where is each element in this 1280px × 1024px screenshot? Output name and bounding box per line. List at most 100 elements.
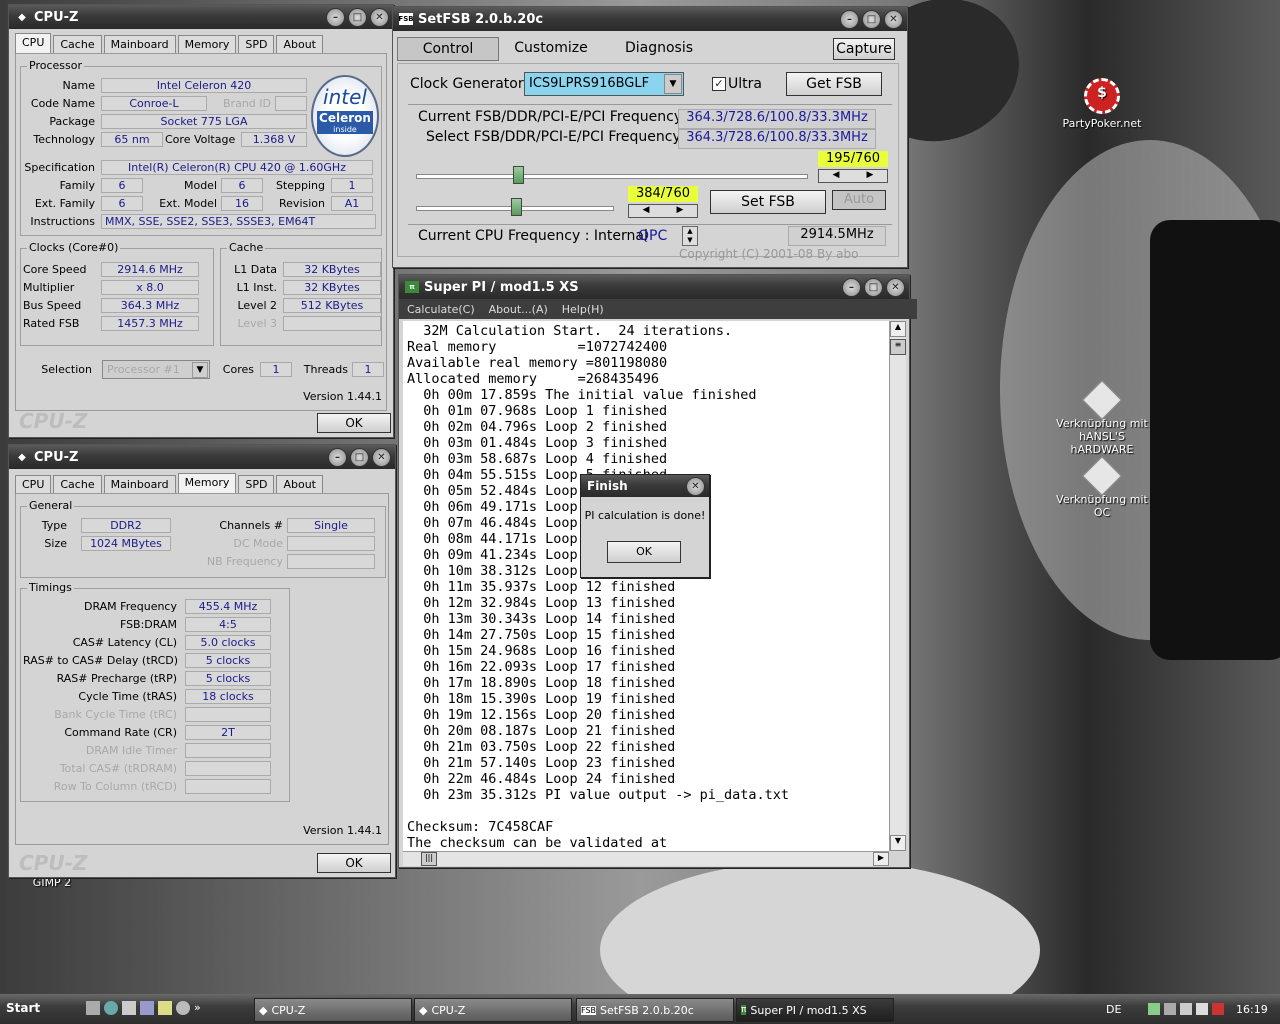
- explorer-icon[interactable]: [140, 1001, 154, 1015]
- horizontal-scrollbar[interactable]: ||| ▶: [403, 851, 889, 866]
- tab-diagnosis[interactable]: Diagnosis: [619, 37, 699, 59]
- close-button[interactable]: ✕: [686, 477, 705, 496]
- capture-button[interactable]: Capture: [833, 38, 895, 60]
- cores-label: Cores: [222, 363, 254, 376]
- desktop-icon-hansls[interactable]: Verknüpfung mit hANSL'S hARDWARE: [1050, 380, 1154, 456]
- tab-control[interactable]: Control: [397, 37, 499, 61]
- cpuz-titlebar[interactable]: ◆ CPU-Z – □ ✕: [9, 445, 395, 469]
- slider-2-stepper[interactable]: ◀ ▶: [628, 204, 698, 218]
- minimize-button[interactable]: –: [840, 10, 859, 29]
- fsb-slider-1-thumb[interactable]: [513, 166, 524, 184]
- minimize-button[interactable]: –: [328, 448, 347, 467]
- menu-calculate[interactable]: Calculate(C): [407, 303, 475, 316]
- clock-generator-dropdown[interactable]: ICS9LPRS916BGLF ▼: [524, 72, 684, 96]
- selection-dropdown[interactable]: Processor #1 ▼: [102, 360, 210, 379]
- superpi-output-area[interactable]: 32M Calculation Start. 24 iterations. Rea…: [403, 321, 889, 851]
- arrow-left-icon[interactable]: ◀: [833, 170, 840, 182]
- notepad-icon[interactable]: [158, 1001, 172, 1015]
- menu-about[interactable]: About...(A): [489, 303, 548, 316]
- tab-memory[interactable]: Memory: [177, 473, 237, 495]
- menu-help[interactable]: Help(H): [562, 303, 604, 316]
- timing-value: [185, 707, 271, 722]
- control-panel: Clock Generator ICS9LPRS916BGLF ▼ ✓ Ultr…: [397, 63, 899, 257]
- minimize-button[interactable]: –: [326, 8, 345, 27]
- taskbar-button-setfsb[interactable]: FSB SetFSB 2.0.b.20c: [576, 998, 734, 1022]
- scroll-thumb[interactable]: ≡: [890, 339, 906, 355]
- tab-mainboard[interactable]: Mainboard: [103, 35, 176, 55]
- desktop-icon-partypoker[interactable]: $ PartyPoker.net: [1058, 78, 1146, 130]
- ati-icon[interactable]: [1212, 1003, 1224, 1015]
- chevron-right-icon[interactable]: »: [194, 1001, 201, 1015]
- ok-button[interactable]: OK: [607, 541, 681, 563]
- scroll-up-icon[interactable]: ▲: [890, 321, 906, 337]
- ok-button[interactable]: OK: [317, 853, 391, 873]
- tab-cpu[interactable]: CPU: [15, 33, 52, 55]
- family-value: 6: [101, 178, 143, 193]
- close-button[interactable]: ✕: [884, 10, 903, 29]
- desktop-icon-oc[interactable]: Verknüpfung mit OC: [1050, 456, 1154, 519]
- cpuz-memory-window: ◆ CPU-Z – □ ✕ CPU Cache Mainboard Memory…: [8, 444, 396, 878]
- scroll-right-icon[interactable]: ▶: [873, 852, 889, 866]
- ultra-checkbox[interactable]: ✓: [712, 77, 726, 91]
- arrow-right-icon[interactable]: ▶: [867, 170, 874, 182]
- tab-about[interactable]: About: [276, 475, 323, 495]
- setfsb-app-icon: FSB: [581, 1005, 597, 1015]
- ok-button[interactable]: OK: [317, 413, 391, 433]
- tray-icon[interactable]: [1148, 1003, 1160, 1015]
- close-button[interactable]: ✕: [886, 278, 905, 297]
- set-fsb-button[interactable]: Set FSB: [710, 190, 826, 214]
- window-title: SetFSB 2.0.b.20c: [418, 11, 544, 27]
- tab-mainboard[interactable]: Mainboard: [103, 475, 176, 495]
- show-desktop-icon[interactable]: [86, 1001, 100, 1015]
- cpuz-diamond-icon: ◆: [419, 1003, 428, 1017]
- pi-output-line: 0h 13m 30.343s Loop 14 finished: [407, 611, 676, 627]
- fsb-slider-2-thumb[interactable]: [511, 198, 522, 216]
- desktop-garment-shape: [1150, 220, 1280, 660]
- tab-cache[interactable]: Cache: [53, 35, 102, 55]
- qpc-spinner[interactable]: ▲ ▼: [682, 226, 698, 246]
- taskbar-clock: 16:19: [1236, 1003, 1268, 1016]
- app-icon[interactable]: [176, 1001, 190, 1015]
- vertical-scrollbar[interactable]: ▲ ≡ ▼: [889, 321, 906, 851]
- close-button[interactable]: ✕: [370, 8, 389, 27]
- threads-label: Threads: [303, 363, 348, 376]
- taskbar-button-cpuz-2[interactable]: ◆ CPU-Z: [414, 998, 572, 1022]
- slider-1-stepper[interactable]: ◀ ▶: [818, 169, 888, 183]
- maximize-button[interactable]: □: [864, 278, 883, 297]
- maximize-button[interactable]: □: [348, 8, 367, 27]
- maximize-button[interactable]: □: [350, 448, 369, 467]
- tab-cache[interactable]: Cache: [53, 475, 102, 495]
- arrow-right-icon[interactable]: ▶: [677, 205, 684, 217]
- taskbar-button-cpuz-1[interactable]: ◆ CPU-Z: [254, 998, 412, 1022]
- setfsb-titlebar[interactable]: FSB SetFSB 2.0.b.20c – □ ✕: [393, 7, 907, 31]
- network-icon[interactable]: [1180, 1003, 1192, 1015]
- tab-spd[interactable]: SPD: [238, 35, 275, 55]
- language-indicator[interactable]: DE: [1106, 1003, 1121, 1016]
- close-button[interactable]: ✕: [372, 448, 391, 467]
- superpi-titlebar[interactable]: π Super PI / mod1.5 XS – □ ✕: [399, 275, 909, 299]
- tab-memory[interactable]: Memory: [177, 35, 237, 55]
- slider-2-readout: 384/760: [628, 186, 698, 202]
- media-icon[interactable]: [122, 1001, 136, 1015]
- maximize-button[interactable]: □: [862, 10, 881, 29]
- arrow-left-icon[interactable]: ◀: [643, 205, 650, 217]
- start-button[interactable]: Start: [0, 994, 62, 1024]
- tab-about[interactable]: About: [276, 35, 323, 55]
- volume-icon[interactable]: [1196, 1003, 1208, 1015]
- auto-button[interactable]: Auto: [832, 190, 886, 210]
- tray-icon[interactable]: [1164, 1003, 1176, 1015]
- get-fsb-button[interactable]: Get FSB: [786, 72, 882, 96]
- tab-cpu[interactable]: CPU: [15, 475, 52, 495]
- tab-spd[interactable]: SPD: [238, 475, 275, 495]
- timing-value: [185, 761, 271, 776]
- cpuz-titlebar[interactable]: ◆ CPU-Z – □ ✕: [9, 5, 393, 29]
- minimize-button[interactable]: –: [842, 278, 861, 297]
- scroll-thumb[interactable]: |||: [421, 852, 437, 866]
- model-label: Model: [183, 179, 217, 192]
- browser-icon[interactable]: [104, 1001, 118, 1015]
- finish-titlebar[interactable]: Finish ✕: [581, 475, 709, 497]
- taskbar-button-superpi[interactable]: π Super PI / mod1.5 XS: [736, 998, 894, 1022]
- fsb-slider-1[interactable]: [416, 174, 808, 179]
- scroll-down-icon[interactable]: ▼: [890, 835, 906, 851]
- tab-customize[interactable]: Customize: [511, 37, 591, 59]
